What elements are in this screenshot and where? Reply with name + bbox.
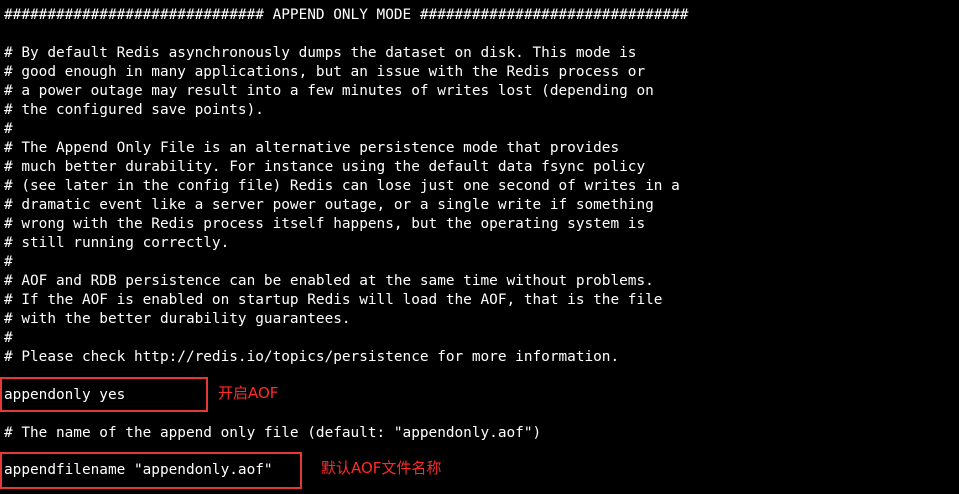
terminal-line: # much better durability. For instance u…: [4, 159, 646, 175]
terminal-line: # with the better durability guarantees.: [4, 311, 351, 327]
terminal-line: # If the AOF is enabled on startup Redis…: [4, 292, 663, 308]
terminal-line: # a power outage may result into a few m…: [4, 83, 654, 99]
terminal-line: # Please check http://redis.io/topics/pe…: [4, 349, 620, 365]
terminal-line: #: [4, 121, 13, 137]
terminal-line: # (see later in the config file) Redis c…: [4, 178, 680, 194]
terminal-line: # The Append Only File is an alternative…: [4, 140, 620, 156]
terminal-line: # dramatic event like a server power out…: [4, 197, 654, 213]
appendfilename-highlight-box: [0, 452, 302, 489]
terminal-line: # good enough in many applications, but …: [4, 64, 646, 80]
terminal-line: # still running correctly.: [4, 235, 230, 251]
terminal-line: # The name of the append only file (defa…: [4, 425, 542, 441]
terminal-line: #: [4, 330, 13, 346]
terminal-line: # By default Redis asynchronously dumps …: [4, 45, 637, 61]
terminal-line: #: [4, 254, 13, 270]
appendonly-annotation: 开启AOF: [218, 384, 279, 402]
terminal-line-section-header: ############################## APPEND ON…: [4, 7, 689, 23]
appendonly-highlight-box: [0, 377, 208, 412]
appendfilename-annotation: 默认AOF文件名称: [321, 459, 442, 477]
terminal-line: # the configured save points).: [4, 102, 264, 118]
terminal-line: # AOF and RDB persistence can be enabled…: [4, 273, 654, 289]
terminal-line: # wrong with the Redis process itself ha…: [4, 216, 646, 232]
terminal-window[interactable]: ############################## APPEND ON…: [0, 0, 959, 494]
